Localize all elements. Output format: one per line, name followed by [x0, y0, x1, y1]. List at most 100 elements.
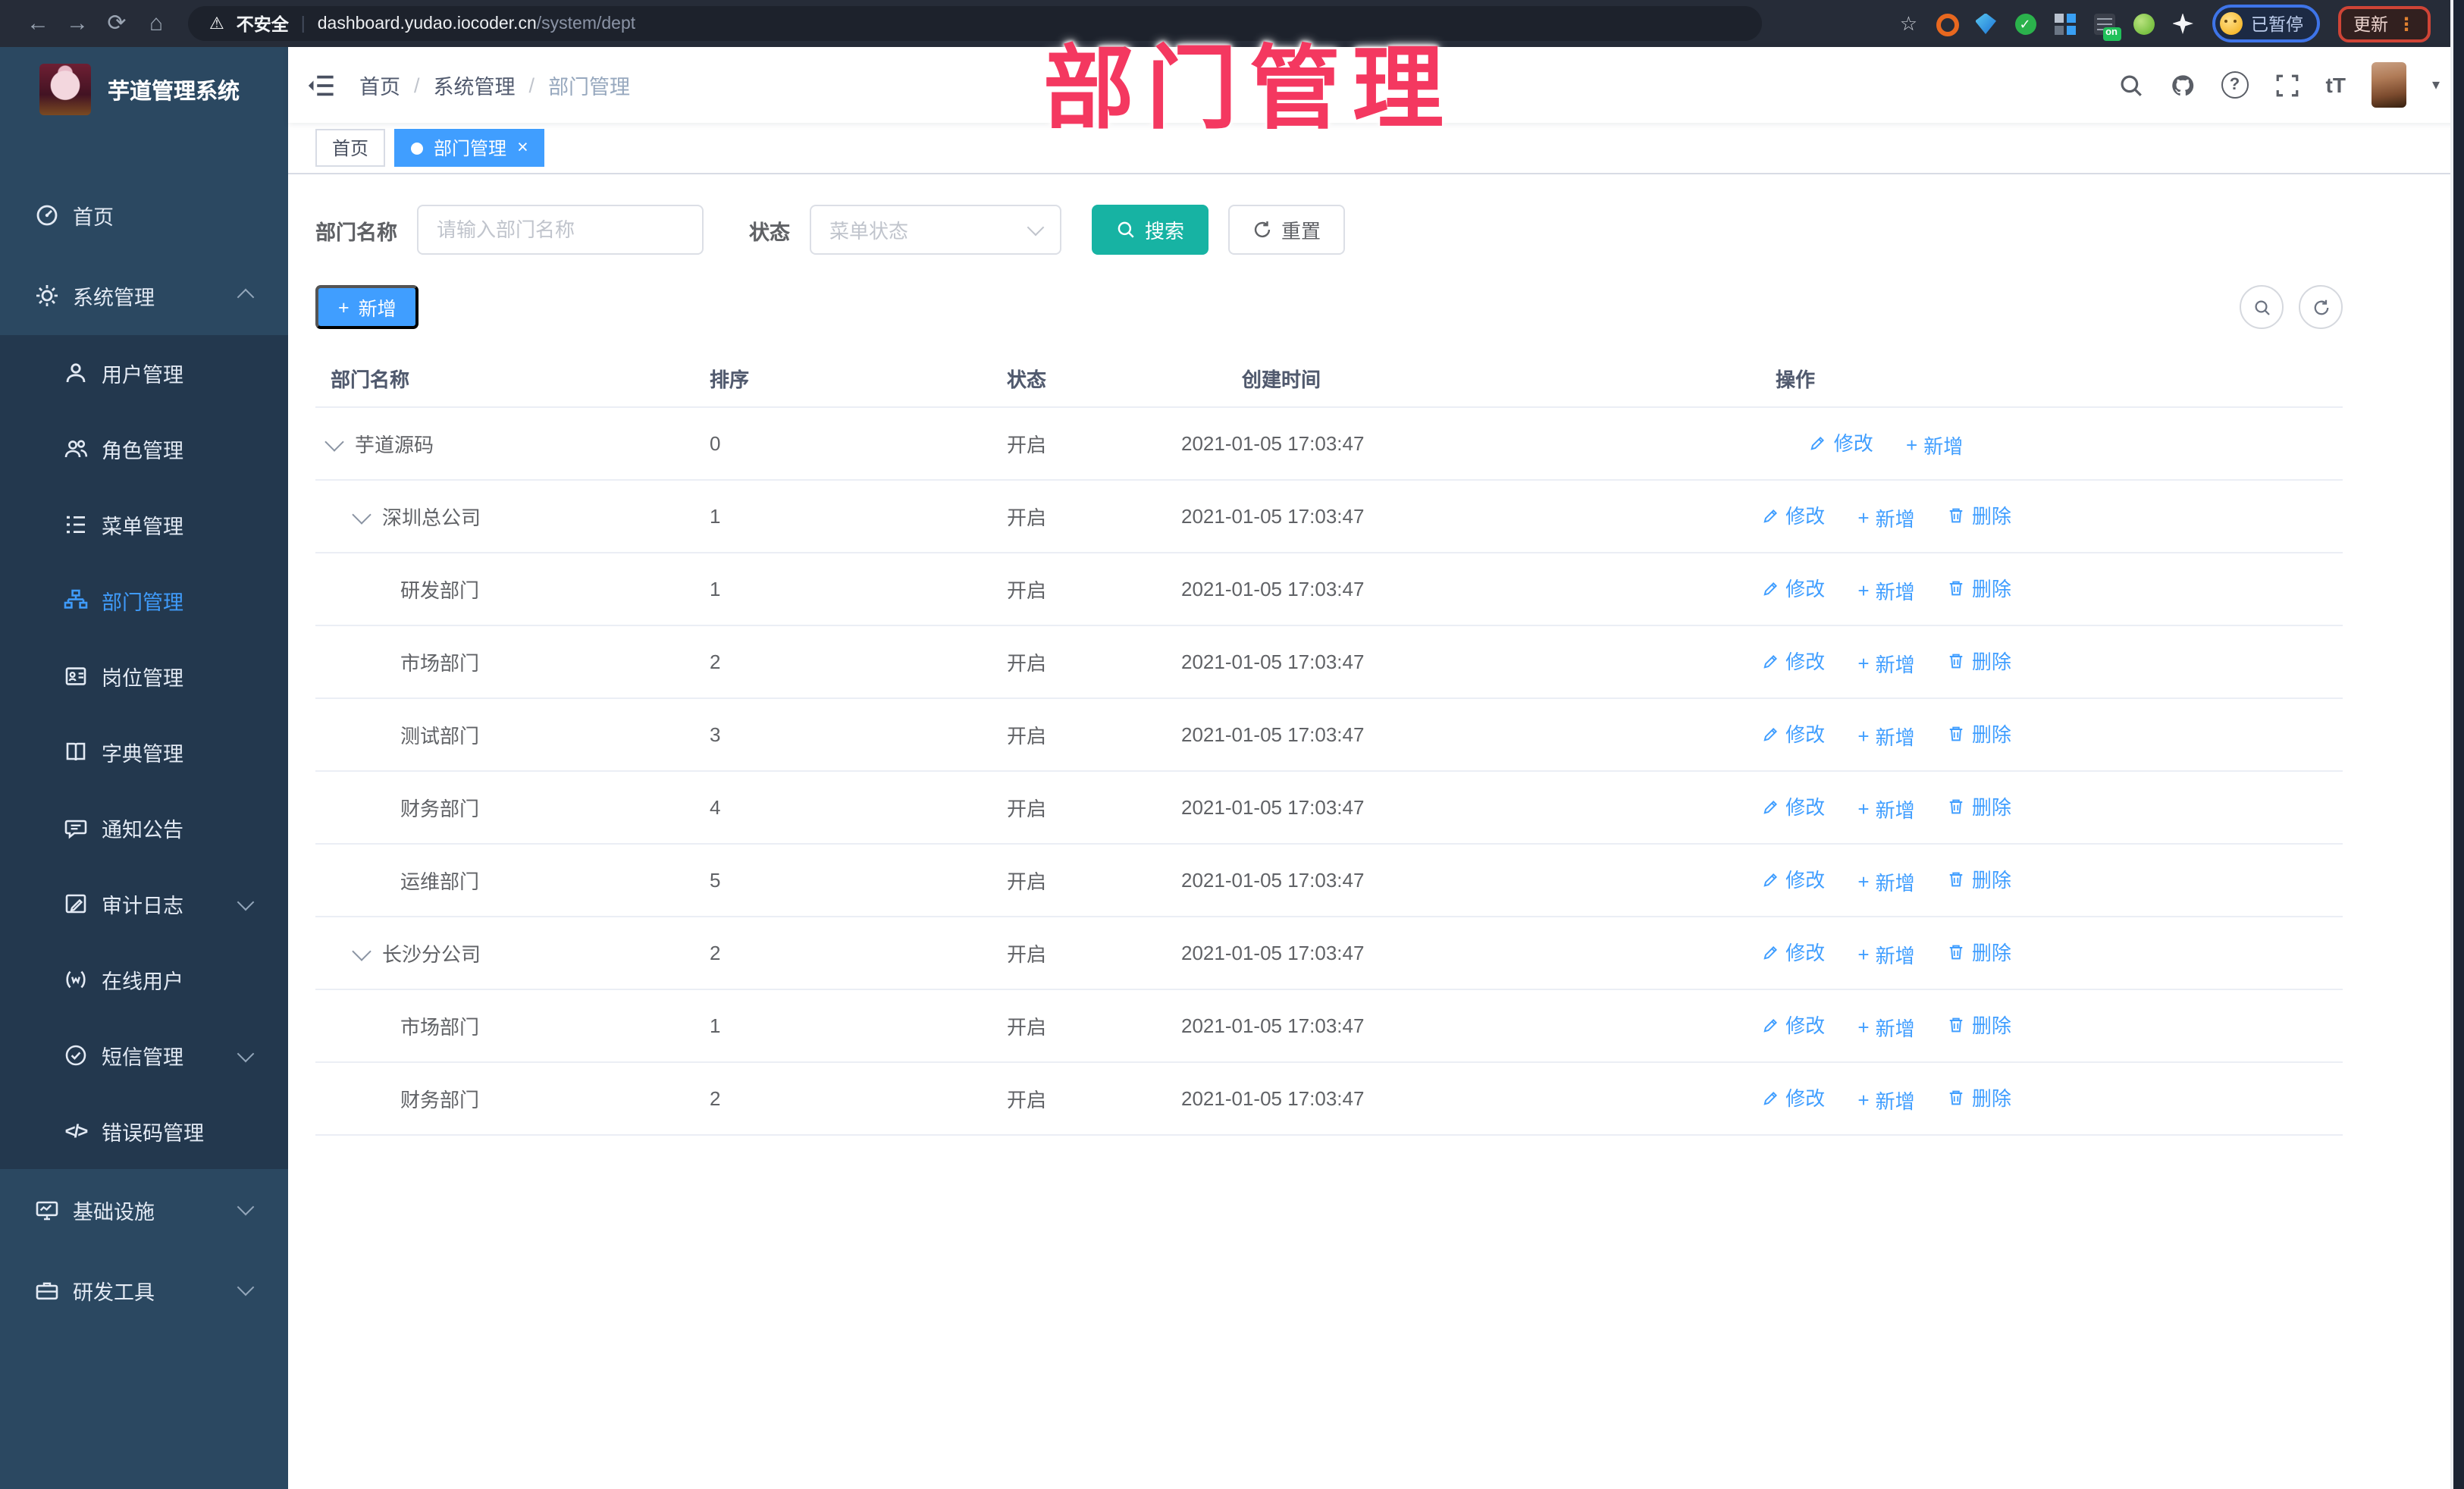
table-row: 芋道源码 0 开启 2021-01-05 17:03:47 修改 + 新增 — [315, 407, 2343, 481]
tab-dept-management[interactable]: 部门管理 × — [394, 129, 545, 167]
reset-button[interactable]: 重置 — [1228, 205, 1346, 255]
sidebar-item-error-codes[interactable]: </> 错误码管理 — [0, 1093, 288, 1169]
breadcrumb-system[interactable]: 系统管理 — [434, 70, 516, 100]
edit-link[interactable]: 修改 — [1761, 719, 1825, 748]
sidebar-item-dict[interactable]: 字典管理 — [0, 714, 288, 790]
help-icon[interactable]: ? — [2221, 71, 2249, 99]
security-label[interactable]: 不安全 — [237, 11, 289, 36]
delete-link[interactable]: 删除 — [1948, 938, 2011, 967]
status-select[interactable]: 菜单状态 — [810, 205, 1061, 255]
edit-link[interactable]: 修改 — [1761, 501, 1825, 530]
browser-update-button[interactable]: 更新 ⋮ — [2338, 5, 2431, 42]
delete-link[interactable]: 删除 — [1948, 574, 2011, 603]
url-host: dashboard.yudao.iocoder.cn — [317, 14, 537, 33]
sidebar-item-label: 用户管理 — [102, 364, 183, 387]
status-value: 开启 — [992, 1062, 1166, 1136]
profile-paused-pill[interactable]: 已暂停 — [2212, 5, 2320, 42]
add-child-link[interactable]: + 新增 — [1857, 940, 1914, 969]
delete-link[interactable]: 删除 — [1948, 501, 2011, 530]
search-icon[interactable] — [2118, 72, 2144, 98]
sidebar-item-users[interactable]: 用户管理 — [0, 335, 288, 411]
sidebar-item-sms[interactable]: 短信管理 — [0, 1017, 288, 1093]
delete-link[interactable]: 删除 — [1948, 647, 2011, 676]
delete-link[interactable]: 删除 — [1948, 1011, 2011, 1039]
bookmark-star-icon[interactable]: ☆ — [1900, 11, 1917, 36]
sidebar-item-dev-tools[interactable]: 研发工具 — [0, 1249, 288, 1330]
edit-link[interactable]: 修改 — [1810, 428, 1873, 457]
chevron-down-icon — [237, 1278, 255, 1296]
plus-icon: + — [1857, 870, 1870, 893]
edit-link[interactable]: 修改 — [1761, 865, 1825, 894]
more-menu-icon[interactable]: ⋮ — [2397, 13, 2415, 34]
edit-link[interactable]: 修改 — [1761, 647, 1825, 676]
address-bar[interactable]: ⚠ 不安全 | dashboard.yudao.iocoder.cn/syste… — [188, 6, 1762, 41]
add-child-link[interactable]: + 新增 — [1857, 649, 1914, 678]
edit-link[interactable]: 修改 — [1761, 792, 1825, 821]
edit-link[interactable]: 修改 — [1761, 1011, 1825, 1039]
table-row: 运维部门 5 开启 2021-01-05 17:03:47 修改 + 新增 删除 — [315, 844, 2343, 917]
add-child-link[interactable]: + 新增 — [1857, 1013, 1914, 1042]
hamburger-collapse-icon[interactable] — [306, 71, 335, 99]
refresh-table-button[interactable] — [2299, 285, 2343, 329]
pencil-icon — [1761, 579, 1779, 597]
caret-down-icon[interactable]: ▾ — [2432, 77, 2440, 93]
edit-link[interactable]: 修改 — [1761, 1083, 1825, 1112]
sidebar-item-online-users[interactable]: 在线用户 — [0, 942, 288, 1017]
sidebar-item-infrastructure[interactable]: 基础设施 — [0, 1169, 288, 1249]
breadcrumb-home[interactable]: 首页 — [359, 70, 400, 100]
delete-link[interactable]: 删除 — [1948, 719, 2011, 748]
extension-gem-icon[interactable] — [1975, 13, 1996, 34]
created-value: 2021-01-05 17:03:47 — [1166, 771, 1636, 845]
avatar[interactable] — [2371, 62, 2406, 108]
sidebar-item-notice[interactable]: 通知公告 — [0, 790, 288, 866]
add-child-link[interactable]: + 新增 — [1906, 431, 1963, 459]
status-value: 开启 — [992, 625, 1166, 699]
expand-arrow-icon[interactable] — [352, 505, 371, 525]
toggle-search-button[interactable] — [2240, 285, 2284, 329]
font-size-icon[interactable]: tT — [2326, 73, 2346, 97]
scrollbar[interactable] — [2450, 0, 2464, 1489]
delete-link[interactable]: 删除 — [1948, 1083, 2011, 1112]
edit-link[interactable]: 修改 — [1761, 938, 1825, 967]
add-child-link[interactable]: + 新增 — [1857, 576, 1914, 605]
sidebar-item-home[interactable]: 首页 — [0, 174, 288, 255]
github-icon[interactable] — [2170, 72, 2196, 98]
expand-arrow-icon[interactable] — [352, 942, 371, 961]
extension-star-icon[interactable] — [2172, 13, 2193, 34]
app-logo-row[interactable]: 芋道管理系统 — [0, 47, 288, 132]
close-icon[interactable]: × — [517, 138, 528, 158]
fullscreen-icon[interactable] — [2274, 72, 2300, 98]
browser-home-icon[interactable]: ⌂ — [136, 0, 176, 47]
delete-link[interactable]: 删除 — [1948, 865, 2011, 894]
add-child-link[interactable]: + 新增 — [1857, 795, 1914, 823]
pencil-icon — [1761, 870, 1779, 889]
search-button[interactable]: 搜索 — [1092, 205, 1209, 255]
users-icon — [64, 437, 88, 461]
dept-name-input[interactable] — [417, 205, 704, 255]
sidebar-item-label: 角色管理 — [102, 440, 183, 462]
tab-home[interactable]: 首页 — [315, 129, 386, 167]
extension-grid-icon[interactable] — [2054, 13, 2075, 34]
add-button[interactable]: + 新增 — [315, 285, 419, 329]
extension-ring-icon[interactable] — [1936, 13, 1958, 36]
extension-list-icon[interactable]: on — [2093, 13, 2121, 40]
browser-forward-icon[interactable]: → — [58, 0, 97, 47]
add-child-link[interactable]: + 新增 — [1857, 503, 1914, 532]
sidebar-item-audit-log[interactable]: 审计日志 — [0, 866, 288, 942]
sidebar-item-departments[interactable]: 部门管理 — [0, 563, 288, 638]
delete-link[interactable]: 删除 — [1948, 792, 2011, 821]
sidebar: 芋道管理系统 首页 系统管理 用户管理 角色管理 菜单管理 部门管理 岗位管理 … — [0, 47, 288, 1489]
sidebar-item-posts[interactable]: 岗位管理 — [0, 638, 288, 714]
sidebar-item-system[interactable]: 系统管理 — [0, 255, 288, 335]
extension-check-icon[interactable]: ✓ — [2014, 13, 2036, 34]
add-child-link[interactable]: + 新增 — [1857, 1086, 1914, 1114]
edit-link[interactable]: 修改 — [1761, 574, 1825, 603]
extension-leaf-icon[interactable] — [2133, 13, 2154, 34]
sidebar-item-roles[interactable]: 角色管理 — [0, 411, 288, 487]
expand-arrow-icon[interactable] — [324, 432, 344, 452]
browser-back-icon[interactable]: ← — [18, 0, 58, 47]
browser-reload-icon[interactable]: ⟳ — [97, 0, 136, 47]
add-child-link[interactable]: + 新增 — [1857, 722, 1914, 751]
add-child-link[interactable]: + 新增 — [1857, 867, 1914, 896]
sidebar-item-menus[interactable]: 菜单管理 — [0, 487, 288, 563]
